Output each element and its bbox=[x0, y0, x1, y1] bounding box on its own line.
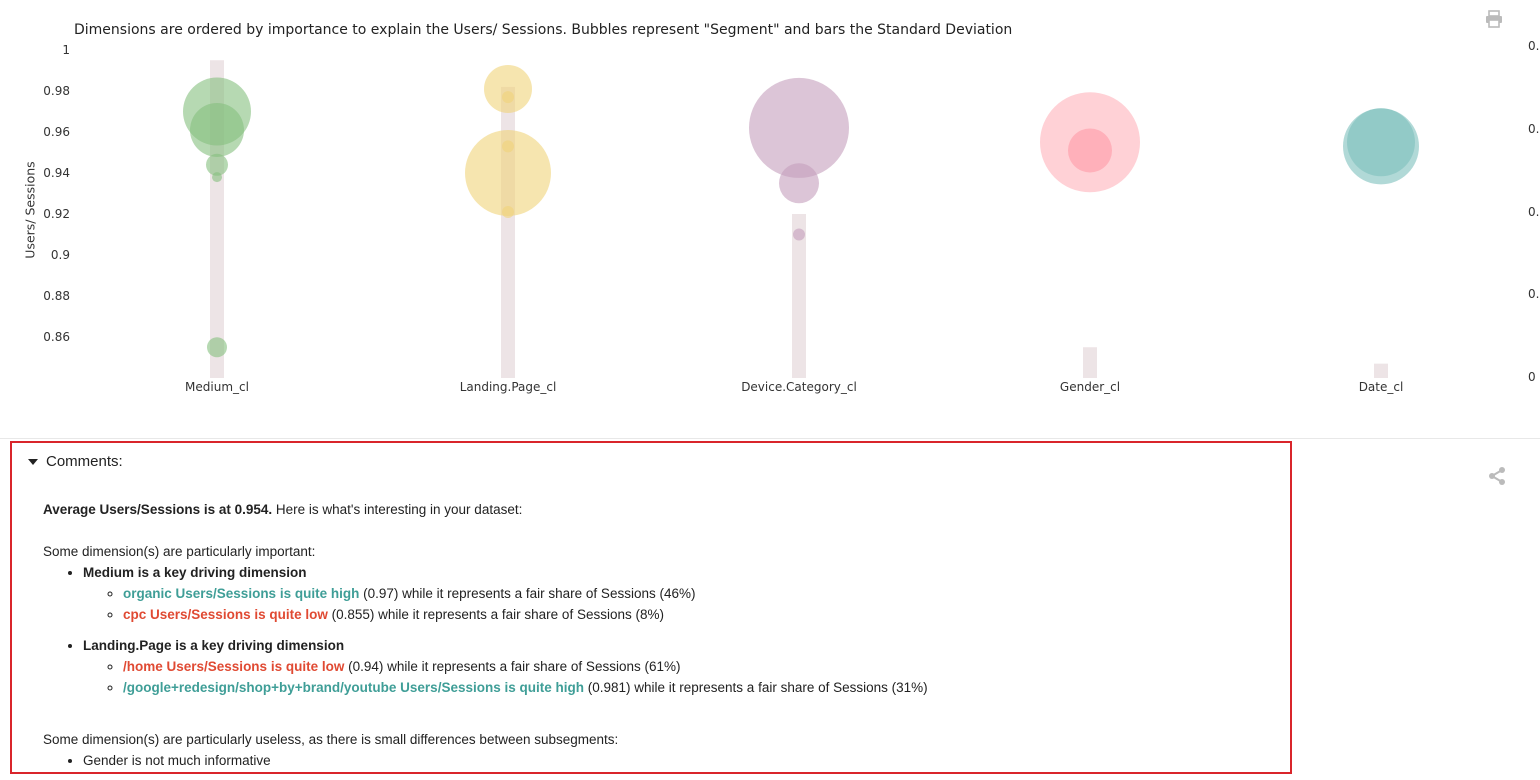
segment-detail: (0.97) while it represents a fair share … bbox=[359, 586, 696, 601]
print-icon[interactable] bbox=[1485, 10, 1503, 28]
segment-highlight: /google+redesign/shop+by+brand/youtube U… bbox=[123, 680, 584, 695]
segment-bubble bbox=[502, 91, 514, 104]
right-axis-tick-label: 0. bbox=[1528, 205, 1539, 219]
dimension-title: Medium is a key driving dimension bbox=[83, 565, 307, 580]
segment-detail: (0.94) while it represents a fair share … bbox=[344, 659, 681, 674]
dimension-item-landing-page: Landing.Page is a key driving dimension … bbox=[83, 635, 1280, 698]
x-tick-label: Gender_cl bbox=[1060, 380, 1120, 394]
segment-item: /google+redesign/shop+by+brand/youtube U… bbox=[123, 677, 1280, 698]
segment-highlight: cpc Users/Sessions is quite low bbox=[123, 607, 328, 622]
comments-panel: Comments: Average Users/Sessions is at 0… bbox=[10, 441, 1292, 774]
right-axis-tick-label: 0 bbox=[1528, 370, 1536, 384]
average-bold: Average Users/Sessions is at 0.954. bbox=[43, 502, 273, 517]
y-tick-label: 0.9 bbox=[51, 248, 70, 262]
right-axis-tick-label: 0. bbox=[1528, 122, 1539, 136]
segment-bubble bbox=[502, 140, 514, 153]
y-tick-label: 0.98 bbox=[43, 84, 70, 98]
important-dimensions-list: Medium is a key driving dimension organi… bbox=[43, 562, 1280, 698]
y-tick-label: 0.86 bbox=[43, 330, 70, 344]
segment-detail: (0.981) while it represents a fair share… bbox=[583, 680, 928, 695]
share-icon[interactable] bbox=[1487, 466, 1507, 486]
comments-body: Average Users/Sessions is at 0.954. Here… bbox=[43, 499, 1280, 771]
y-axis-title: Users/ Sessions bbox=[22, 161, 38, 259]
important-intro: Some dimension(s) are particularly impor… bbox=[43, 544, 316, 559]
useless-dimensions-list: Gender is not much informative bbox=[43, 750, 1280, 771]
segment-bubble bbox=[793, 228, 805, 241]
right-axis-tick-label: 0. bbox=[1528, 287, 1539, 301]
average-summary: Average Users/Sessions is at 0.954. Here… bbox=[43, 499, 1280, 520]
segment-bubble bbox=[484, 64, 532, 113]
section-divider bbox=[0, 438, 1540, 439]
segment-bubble bbox=[779, 163, 819, 204]
segment-bubble bbox=[212, 172, 222, 183]
y-tick-label: 0.96 bbox=[43, 125, 70, 139]
std-bar bbox=[1083, 347, 1097, 378]
std-bar bbox=[1374, 363, 1388, 378]
comments-toggle[interactable]: Comments: bbox=[28, 453, 123, 470]
dimension-title: Landing.Page is a key driving dimension bbox=[83, 638, 345, 653]
segment-item: /home Users/Sessions is quite low (0.94)… bbox=[123, 656, 1280, 677]
comments-title: Comments: bbox=[46, 453, 123, 470]
right-axis-tick-label: 0. bbox=[1528, 39, 1539, 53]
segment-bubble bbox=[1347, 108, 1415, 177]
y-tick-label: 0.94 bbox=[43, 166, 70, 180]
useless-item: Gender is not much informative bbox=[83, 750, 1280, 771]
chart-panel: 1 0.98 0.96 0.94 0.92 0.9 0.88 0.86 0. 0. 0. 0. 0 Med… bbox=[0, 0, 1540, 440]
useless-intro: Some dimension(s) are particularly usele… bbox=[43, 732, 619, 747]
x-tick-label: Device.Category_cl bbox=[741, 380, 857, 394]
y-tick-label: 1 bbox=[62, 43, 70, 57]
segment-highlight: organic Users/Sessions is quite high bbox=[123, 586, 360, 601]
segment-item: organic Users/Sessions is quite high (0.… bbox=[123, 583, 1280, 604]
segment-bubble bbox=[1068, 128, 1112, 173]
dimension-item-medium: Medium is a key driving dimension organi… bbox=[83, 562, 1280, 635]
segment-detail: (0.855) while it represents a fair share… bbox=[327, 607, 664, 622]
segment-highlight: /home Users/Sessions is quite low bbox=[123, 659, 345, 674]
y-tick-label: 0.88 bbox=[43, 289, 70, 303]
average-rest: Here is what's interesting in your datas… bbox=[272, 502, 523, 517]
x-tick-label: Date_cl bbox=[1359, 380, 1404, 394]
chart-title: Dimensions are ordered by importance to … bbox=[74, 22, 1013, 38]
x-tick-label: Medium_cl bbox=[185, 380, 249, 394]
y-tick-label: 0.92 bbox=[43, 207, 70, 221]
segment-item: cpc Users/Sessions is quite low (0.855) … bbox=[123, 604, 1280, 625]
segment-bubble bbox=[749, 77, 849, 178]
segment-bubble bbox=[502, 205, 514, 218]
segment-bubble bbox=[207, 337, 227, 358]
x-tick-label: Landing.Page_cl bbox=[460, 380, 557, 394]
bubble-chart: 1 0.98 0.96 0.94 0.92 0.9 0.88 0.86 0. 0. 0. 0. 0 Med… bbox=[43, 39, 1539, 394]
segment-bubble bbox=[190, 102, 244, 157]
caret-down-icon bbox=[28, 459, 38, 466]
